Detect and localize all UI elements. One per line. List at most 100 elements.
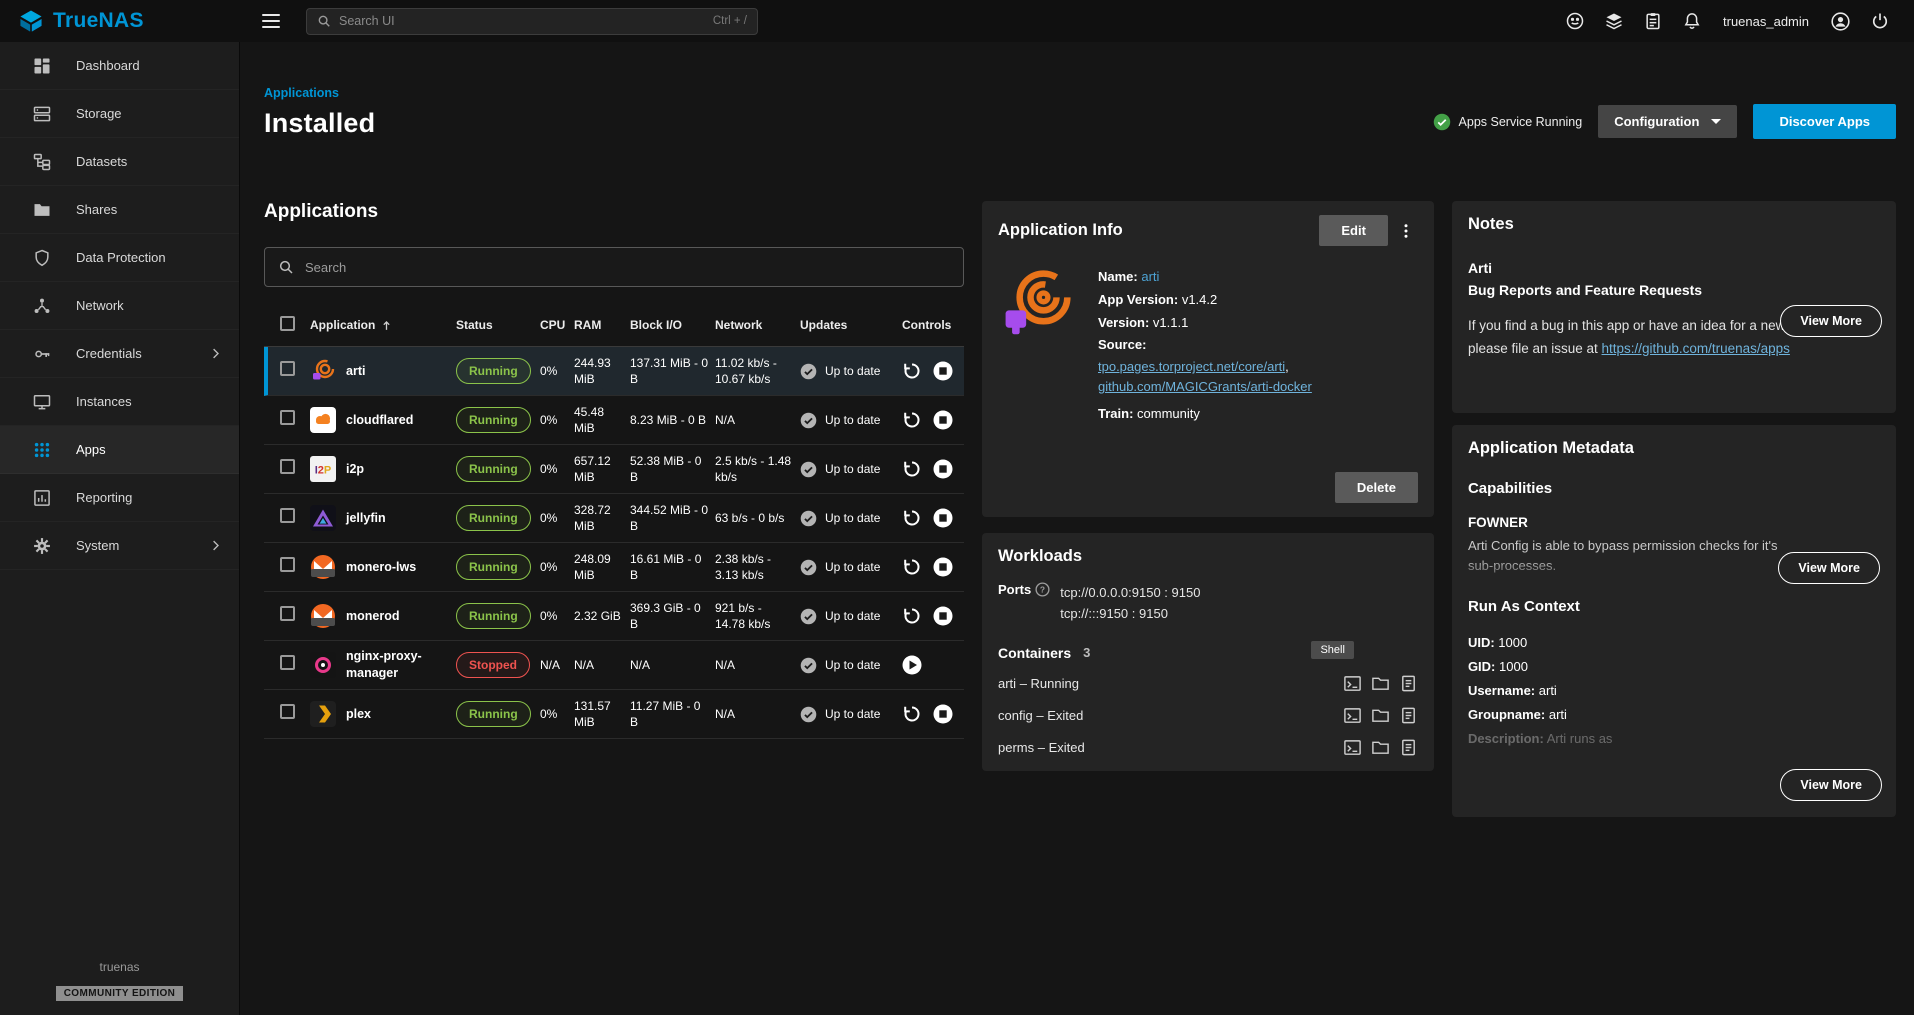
sidenav-toggle-button[interactable] (256, 8, 286, 34)
sidebar-item-instances[interactable]: Instances (0, 378, 239, 426)
checklist-button[interactable] (1641, 9, 1665, 33)
stop-app-button[interactable] (933, 410, 953, 430)
edit-button[interactable]: Edit (1319, 215, 1388, 246)
notifications-button[interactable] (1680, 9, 1704, 33)
column-header-status[interactable]: Status (456, 317, 540, 333)
kebab-menu-button[interactable] (1394, 219, 1418, 243)
select-all-checkbox[interactable] (280, 316, 295, 331)
restart-app-button[interactable] (902, 557, 922, 577)
sidebar-item-data-protection[interactable]: Data Protection (0, 234, 239, 282)
configuration-button[interactable]: Configuration (1598, 105, 1737, 138)
container-logs-button[interactable] (1399, 738, 1418, 757)
column-header-updates[interactable]: Updates (800, 317, 902, 333)
start-app-button[interactable] (902, 655, 922, 675)
table-row-i2p[interactable]: I2P i2p Running 0% 657.12 MiB 52.38 MiB … (264, 445, 964, 494)
container-shell-button[interactable] (1343, 738, 1362, 757)
container-logs-button[interactable] (1399, 706, 1418, 725)
stop-app-button[interactable] (933, 704, 953, 724)
sidebar-item-storage[interactable]: Storage (0, 90, 239, 138)
app-name-link[interactable]: arti (1141, 269, 1159, 284)
column-header-cpu[interactable]: CPU (540, 317, 574, 333)
capabilities-view-more-button[interactable]: View More (1778, 552, 1880, 584)
run-as-section-title: Run As Context (1468, 598, 1880, 615)
run-as-view-more-button[interactable]: View More (1780, 769, 1882, 801)
sidebar-item-reporting[interactable]: Reporting (0, 474, 239, 522)
row-checkbox[interactable] (280, 557, 295, 572)
sidebar-item-credentials[interactable]: Credentials (0, 330, 239, 378)
table-row-plex[interactable]: plex Running 0% 131.57 MiB 11.27 MiB - 0… (264, 690, 964, 739)
discover-apps-button[interactable]: Discover Apps (1753, 104, 1896, 139)
applications-search[interactable] (264, 247, 964, 287)
global-search[interactable]: Ctrl + / (306, 8, 758, 35)
sidebar-item-label: Data Protection (76, 250, 166, 265)
global-search-input[interactable] (339, 14, 705, 28)
stop-app-button[interactable] (933, 361, 953, 381)
container-logs-button[interactable] (1399, 674, 1418, 693)
service-check-icon (1433, 113, 1451, 131)
stop-app-button[interactable] (933, 606, 953, 626)
table-row-jellyfin[interactable]: jellyfin Running 0% 328.72 MiB 344.52 Mi… (264, 494, 964, 543)
row-checkbox[interactable] (280, 459, 295, 474)
app-version-value: v1.4.2 (1182, 292, 1217, 307)
container-name: config (998, 708, 1033, 723)
delete-button[interactable]: Delete (1335, 472, 1418, 503)
container-browse-button[interactable] (1371, 674, 1390, 693)
restart-app-button[interactable] (902, 508, 922, 528)
breadcrumb-applications[interactable]: Applications (264, 86, 339, 100)
restart-app-button[interactable] (902, 361, 922, 381)
table-row-cloudflared[interactable]: cloudflared Running 0% 45.48 MiB 8.23 Mi… (264, 396, 964, 445)
row-checkbox[interactable] (280, 606, 295, 621)
hostname-label: truenas (0, 960, 239, 974)
power-menu-button[interactable] (1868, 9, 1892, 33)
sidebar-item-apps[interactable]: Apps (0, 426, 239, 474)
restart-app-button[interactable] (902, 459, 922, 479)
source-label: Source: (1098, 337, 1146, 352)
applications-search-input[interactable] (305, 260, 950, 275)
stop-app-button[interactable] (933, 459, 953, 479)
stop-app-button[interactable] (933, 508, 953, 528)
notes-view-more-button[interactable]: View More (1780, 305, 1882, 337)
table-row-arti[interactable]: arti Running 0% 244.93 MiB 137.31 MiB - … (264, 347, 964, 396)
table-row-monerod[interactable]: monerod Running 0% 2.32 GiB 369.3 GiB - … (264, 592, 964, 641)
table-row-nginx-proxy-manager[interactable]: nginx-proxy-manager Stopped N/A N/A N/A … (264, 641, 964, 690)
notes-app-name: Arti (1468, 258, 1880, 280)
row-checkbox[interactable] (280, 704, 295, 719)
row-checkbox[interactable] (280, 508, 295, 523)
column-header-block-io[interactable]: Block I/O (630, 317, 715, 333)
column-header-application[interactable]: Application (310, 317, 456, 333)
container-browse-button[interactable] (1371, 738, 1390, 757)
capability-name: FOWNER (1468, 515, 1880, 530)
source-link-torproject[interactable]: tpo.pages.torproject.net/core/arti (1098, 359, 1285, 374)
sidebar-item-dashboard[interactable]: Dashboard (0, 42, 239, 90)
notes-issues-link[interactable]: https://github.com/truenas/apps (1602, 341, 1790, 356)
smiley-icon (1565, 11, 1585, 31)
restart-app-button[interactable] (902, 410, 922, 430)
brand-name: TrueNAS (53, 9, 144, 33)
row-checkbox[interactable] (280, 361, 295, 376)
column-header-network[interactable]: Network (715, 317, 800, 333)
column-header-ram[interactable]: RAM (574, 317, 630, 333)
info-icon[interactable]: ? (1035, 582, 1050, 597)
sidebar-item-system[interactable]: System (0, 522, 239, 570)
restart-app-button[interactable] (902, 606, 922, 626)
jobs-button[interactable] (1602, 9, 1626, 33)
feedback-button[interactable] (1563, 9, 1587, 33)
container-shell-button[interactable] (1343, 706, 1362, 725)
container-dash: – (1036, 708, 1043, 723)
container-browse-button[interactable] (1371, 706, 1390, 725)
user-menu-button[interactable] (1828, 9, 1853, 34)
sidebar-item-datasets[interactable]: Datasets (0, 138, 239, 186)
table-row-monero-lws[interactable]: monero-lws Running 0% 248.09 MiB 16.61 M… (264, 543, 964, 592)
row-checkbox[interactable] (280, 655, 295, 670)
restart-app-button[interactable] (902, 704, 922, 724)
truenas-brand[interactable]: TrueNAS (0, 8, 240, 34)
container-shell-button[interactable] (1343, 674, 1362, 693)
source-link-github[interactable]: github.com/MAGICGrants/arti-docker (1098, 379, 1312, 394)
sidebar-item-shares[interactable]: Shares (0, 186, 239, 234)
row-checkbox[interactable] (280, 410, 295, 425)
updates-label: Up to date (825, 657, 880, 673)
updates-label: Up to date (825, 510, 880, 526)
sidebar-item-network[interactable]: Network (0, 282, 239, 330)
uid-label: UID: (1468, 635, 1495, 650)
stop-app-button[interactable] (933, 557, 953, 577)
